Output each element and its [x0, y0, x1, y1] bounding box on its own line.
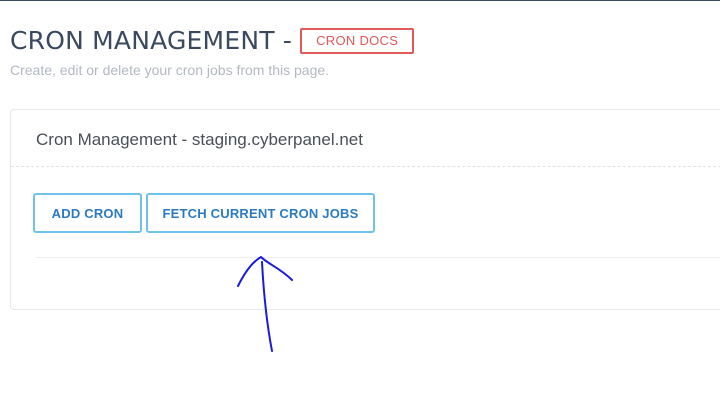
cron-panel: Cron Management - staging.cyberpanel.net…	[10, 109, 720, 310]
cron-docs-button[interactable]: CRON DOCS	[300, 27, 415, 54]
panel-bottom-rule	[36, 257, 720, 258]
panel-divider	[11, 166, 720, 167]
fetch-cron-jobs-button[interactable]: FETCH CURRENT CRON JOBS	[146, 193, 375, 233]
panel-title: Cron Management - staging.cyberpanel.net	[36, 130, 363, 149]
cron-management-page: CRON MANAGEMENT - CRON DOCS Create, edit…	[0, 0, 720, 418]
page-title: CRON MANAGEMENT -	[10, 26, 293, 55]
top-border	[0, 0, 720, 1]
page-header: CRON MANAGEMENT - CRON DOCS	[10, 26, 415, 55]
add-cron-button[interactable]: ADD CRON	[33, 193, 142, 233]
page-subtitle: Create, edit or delete your cron jobs fr…	[10, 62, 330, 78]
